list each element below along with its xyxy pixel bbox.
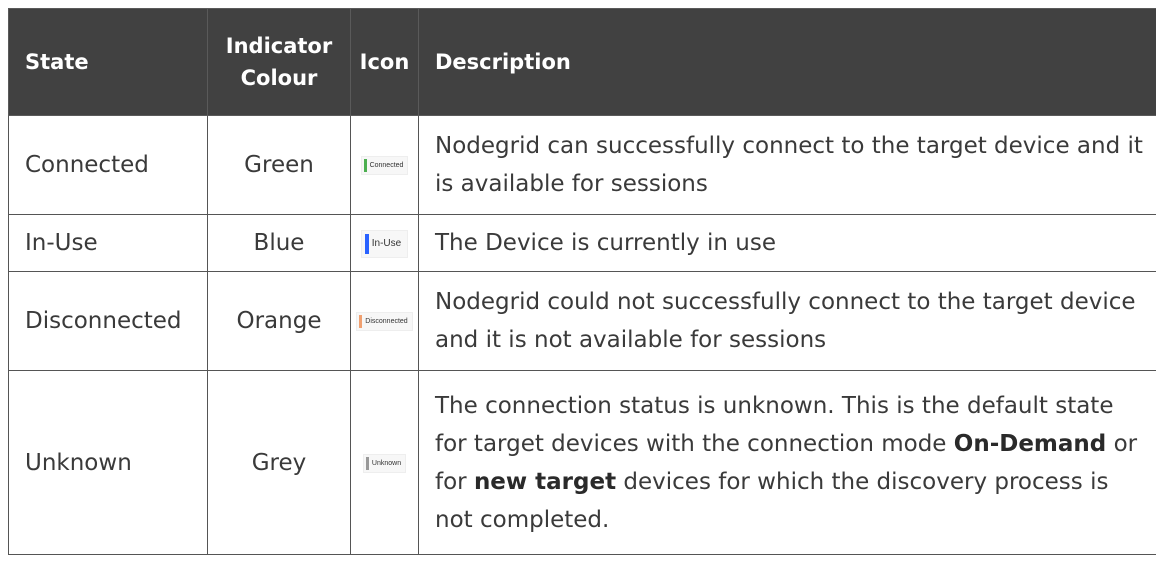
colour-cell: Orange (207, 271, 351, 371)
header-indicator-colour: Indicator Colour (207, 8, 351, 116)
table-row: In-Use Blue In-Use The Device is current… (8, 214, 1156, 272)
colour-cell: Grey (207, 370, 351, 555)
in-use-status-icon: In-Use (360, 229, 409, 258)
connection-state-table: State Indicator Colour Icon Description … (8, 8, 1156, 555)
description-cell: Nodegrid can successfully connect to the… (418, 115, 1156, 215)
icon-cell: Disconnected (350, 271, 419, 371)
description-bold-term: new target (473, 468, 617, 495)
status-icon-label: Unknown (371, 459, 402, 467)
table-header-row: State Indicator Colour Icon Description (8, 8, 1156, 116)
header-icon: Icon (350, 8, 419, 116)
status-icon-label: Connected (369, 162, 404, 169)
table-row: Unknown Grey Unknown The connection stat… (8, 370, 1156, 555)
unknown-status-icon: Unknown (362, 453, 407, 473)
description-cell: Nodegrid could not successfully connect … (418, 271, 1156, 371)
header-description: Description (418, 8, 1156, 116)
description-bold-term: On-Demand (953, 430, 1107, 457)
header-state: State (8, 8, 208, 116)
status-icon-label: In-Use (371, 237, 402, 249)
disconnected-status-icon: Disconnected (356, 312, 413, 331)
state-cell: In-Use (8, 214, 208, 272)
description-cell: The connection status is unknown. This i… (418, 370, 1156, 555)
table-row: Connected Green Connected Nodegrid can s… (8, 115, 1156, 215)
status-indicator-bar (364, 233, 369, 254)
status-indicator-bar (365, 456, 369, 470)
icon-cell: In-Use (350, 214, 419, 272)
connected-status-icon: Connected (360, 156, 409, 175)
table-row: Disconnected Orange Disconnected Nodegri… (8, 271, 1156, 371)
description-cell: The Device is currently in use (418, 214, 1156, 272)
status-indicator-bar (363, 159, 367, 172)
icon-cell: Connected (350, 115, 419, 215)
state-cell: Disconnected (8, 271, 208, 371)
colour-cell: Blue (207, 214, 351, 272)
status-icon-label: Disconnected (365, 318, 408, 325)
status-indicator-bar (359, 315, 363, 328)
state-cell: Unknown (8, 370, 208, 555)
state-cell: Connected (8, 115, 208, 215)
colour-cell: Green (207, 115, 351, 215)
icon-cell: Unknown (350, 370, 419, 555)
header-indicator-line2: Colour (240, 66, 318, 90)
header-indicator-line1: Indicator (225, 34, 333, 58)
